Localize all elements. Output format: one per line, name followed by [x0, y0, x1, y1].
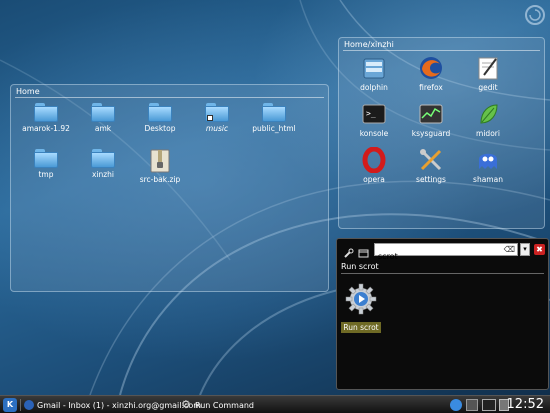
result-label: Run scrot [341, 322, 381, 333]
item-label: src-bak.zip [139, 175, 181, 184]
file-src-bak-zip[interactable]: src-bak.zip [132, 149, 188, 184]
launcher-opera[interactable]: opera [346, 146, 402, 184]
launcher-dolphin[interactable]: dolphin [346, 55, 402, 92]
midori-icon [475, 101, 501, 127]
folder-icon [91, 149, 115, 168]
folder-link-icon [205, 103, 229, 122]
xinzhi-folderview[interactable]: Home/xinzhi dolphin firefox gedit >_ kon… [338, 37, 545, 229]
item-label: firefox [419, 83, 443, 92]
divider [341, 273, 544, 274]
firefox-icon [418, 55, 444, 81]
launcher-shaman[interactable]: shaman [460, 147, 516, 184]
notifier-icon[interactable] [450, 399, 462, 411]
zip-archive-icon [150, 149, 170, 173]
launcher-konsole[interactable]: >_ konsole [346, 101, 402, 138]
run-search-input[interactable] [375, 251, 495, 262]
run-command-dialog[interactable]: ⌫ ▾ ✖ Run scrot Run scrot [336, 238, 549, 390]
launcher-firefox[interactable]: firefox [403, 55, 459, 92]
folder-icon [34, 149, 58, 168]
history-dropdown[interactable]: ▾ [520, 243, 530, 256]
kde-menu-icon[interactable]: K [3, 398, 17, 412]
item-label: Desktop [144, 124, 176, 133]
item-label: amarok-1.92 [22, 124, 70, 133]
item-label: xinzhi [91, 170, 115, 179]
item-label: ksysguard [411, 129, 451, 138]
folder-icon [91, 103, 115, 122]
item-label: midori [476, 129, 500, 138]
settings-icon [418, 147, 444, 173]
wrench-icon[interactable] [343, 244, 354, 258]
gear-task-icon: ⚙ [181, 398, 191, 411]
item-label: shaman [473, 175, 503, 184]
folder-amk[interactable]: amk [75, 103, 131, 133]
folder-tmp[interactable]: tmp [18, 149, 74, 179]
folder-icon [262, 103, 286, 122]
folder-icon [148, 103, 172, 122]
item-label: public_html [252, 124, 296, 133]
result-run-scrot[interactable]: Run scrot [341, 283, 381, 334]
shaman-icon [475, 147, 501, 173]
item-label: dolphin [360, 83, 388, 92]
ksysguard-icon [418, 101, 444, 127]
launcher-gedit[interactable]: gedit [460, 55, 516, 92]
firefox-task-icon [24, 400, 34, 410]
task-run-command[interactable]: Run Command [195, 399, 254, 412]
opera-icon [361, 146, 387, 174]
item-label: tmp [38, 170, 54, 179]
item-label: gedit [478, 83, 498, 92]
launcher-midori[interactable]: midori [460, 101, 516, 138]
divider [15, 97, 324, 98]
window-list-icon[interactable] [358, 244, 369, 258]
folder-public-html[interactable]: public_html [246, 103, 302, 133]
clock[interactable]: 12:52 [507, 397, 544, 412]
gedit-icon [475, 55, 501, 81]
folder-amarok[interactable]: amarok-1.92 [18, 103, 74, 133]
svg-text:>_: >_ [366, 109, 376, 118]
item-label: music [205, 124, 229, 133]
result-header: Run scrot [341, 262, 379, 271]
konsole-icon: >_ [361, 101, 387, 127]
home-folderview[interactable]: Home amarok-1.92 amk Desktop music publi… [10, 84, 329, 292]
close-button[interactable]: ✖ [534, 244, 545, 255]
desktop-separator [20, 399, 21, 411]
item-label: amk [94, 124, 112, 133]
folder-xinzhi[interactable]: xinzhi [75, 149, 131, 179]
run-search-field[interactable]: ⌫ [374, 243, 518, 262]
screen-icon[interactable] [482, 399, 496, 411]
divider [343, 50, 540, 51]
item-label: opera [363, 175, 385, 184]
home-folderview-title: Home [16, 87, 40, 96]
task-gmail[interactable]: Gmail - Inbox (1) - xinzhi.org@gmail.com [37, 399, 201, 412]
launcher-settings[interactable]: settings [403, 147, 459, 184]
folder-icon [34, 103, 58, 122]
run-gear-icon [345, 283, 377, 315]
clear-text-icon[interactable]: ⌫ [504, 245, 515, 254]
item-label: settings [416, 175, 446, 184]
dolphin-icon [361, 55, 387, 81]
folder-desktop[interactable]: Desktop [132, 103, 188, 133]
launcher-ksysguard[interactable]: ksysguard [403, 101, 459, 138]
xinzhi-folderview-title: Home/xinzhi [344, 40, 394, 49]
folder-music[interactable]: music [189, 103, 245, 133]
pager-icon[interactable] [466, 399, 478, 411]
item-label: konsole [359, 129, 389, 138]
taskbar: K Gmail - Inbox (1) - xinzhi.org@gmail.c… [0, 395, 550, 413]
